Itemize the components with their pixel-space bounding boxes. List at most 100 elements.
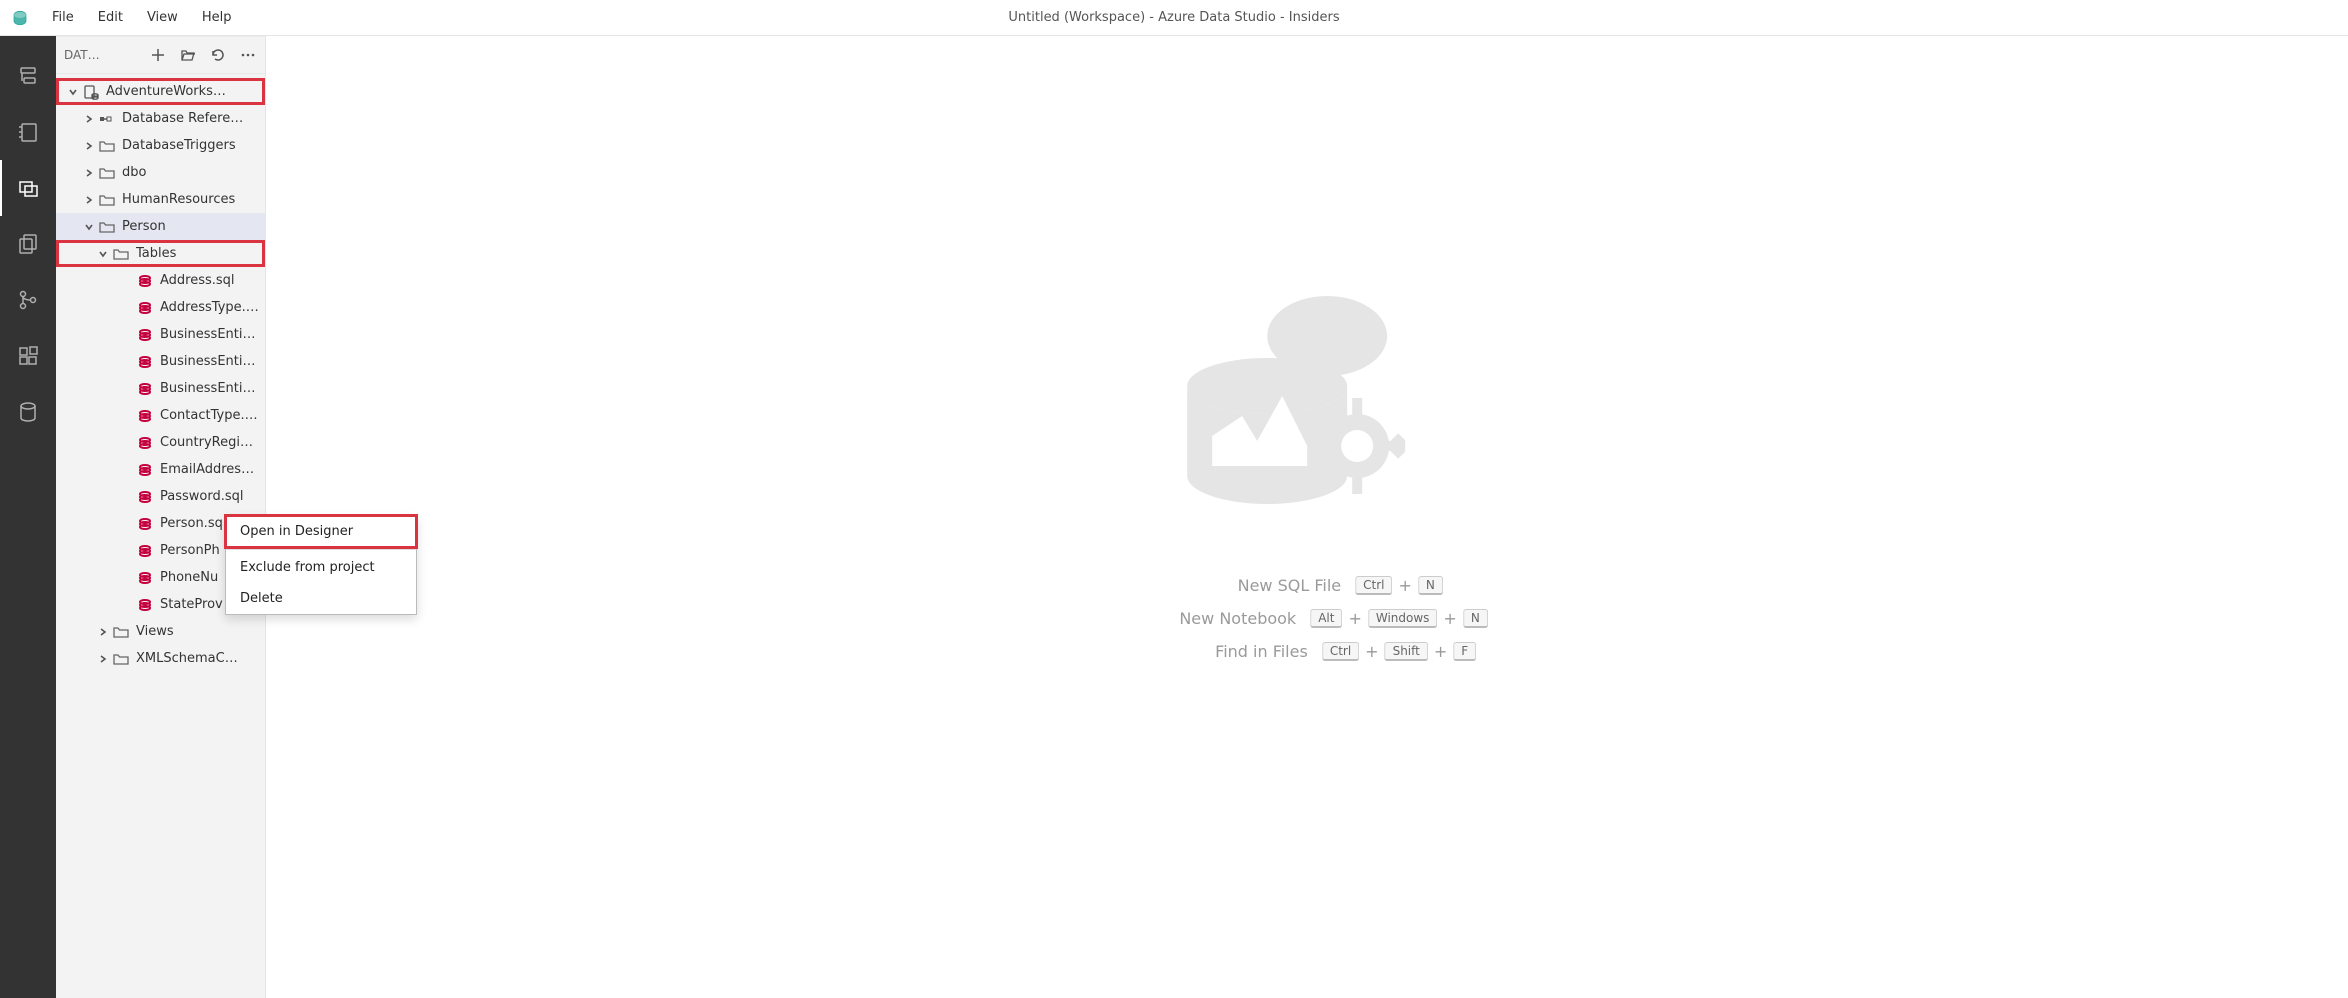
menu-help[interactable]: Help <box>190 4 244 31</box>
ctx-delete[interactable]: Delete <box>226 583 416 614</box>
folder-icon <box>98 165 116 181</box>
activity-extensions-icon[interactable] <box>0 328 56 384</box>
tree-dbo[interactable]: dbo <box>56 159 265 186</box>
folder-icon <box>112 246 130 262</box>
chevron-down-icon[interactable] <box>66 85 80 99</box>
tree-label: BusinessEntit… <box>160 354 259 369</box>
activity-source-control-icon[interactable] <box>0 272 56 328</box>
tree-label: StateProv <box>160 597 223 612</box>
editor-watermark: New SQL File Ctrl + N New Notebook Alt +… <box>1126 236 1488 661</box>
wm-find-in-files-hint: Find in Files Ctrl + Shift + F <box>1126 642 1488 661</box>
table-icon <box>136 570 154 586</box>
tree-label: Tables <box>136 246 176 261</box>
sidebar-header: DAT… <box>56 36 265 74</box>
tree-file-businessentity3[interactable]: BusinessEntit… <box>56 375 265 402</box>
tree-label: AdventureWorks… <box>106 84 226 99</box>
activity-database-icon[interactable] <box>0 384 56 440</box>
tree-label: Person.sql <box>160 516 226 531</box>
app-logo-icon <box>0 2 40 34</box>
sidebar-open-folder-icon[interactable] <box>179 46 197 64</box>
tree-database-triggers[interactable]: DatabaseTriggers <box>56 132 265 159</box>
activity-connections-icon[interactable] <box>0 48 56 104</box>
chevron-right-icon[interactable] <box>82 139 96 153</box>
sidebar-refresh-icon[interactable] <box>209 46 227 64</box>
table-icon <box>136 516 154 532</box>
table-icon <box>136 489 154 505</box>
menu-edit[interactable]: Edit <box>86 4 135 31</box>
sidebar-add-icon[interactable] <box>149 46 167 64</box>
activity-database-projects-icon[interactable] <box>0 160 56 216</box>
tree-file-addresstype[interactable]: AddressType.… <box>56 294 265 321</box>
menu-view[interactable]: View <box>135 4 190 31</box>
tree-project-root[interactable]: AdventureWorks… <box>56 78 265 105</box>
tree-label: Database Refere… <box>122 111 243 126</box>
tree-label: AddressType.… <box>160 300 259 315</box>
chevron-right-icon[interactable] <box>82 166 96 180</box>
tree-file-address[interactable]: Address.sql <box>56 267 265 294</box>
chevron-down-icon[interactable] <box>82 220 96 234</box>
folder-icon <box>98 219 116 235</box>
table-icon <box>136 408 154 424</box>
tree-file-password[interactable]: Password.sql <box>56 483 265 510</box>
table-icon <box>136 435 154 451</box>
table-icon <box>136 273 154 289</box>
tree-label: HumanResources <box>122 192 235 207</box>
reference-icon <box>98 111 116 127</box>
tree-label: Person <box>122 219 166 234</box>
tree-label: DatabaseTriggers <box>122 138 236 153</box>
tree-label: Address.sql <box>160 273 235 288</box>
chevron-right-icon[interactable] <box>82 193 96 207</box>
tree-file-emailaddress[interactable]: EmailAddres… <box>56 456 265 483</box>
table-icon <box>136 381 154 397</box>
tree-person[interactable]: Person <box>56 213 265 240</box>
folder-icon <box>98 192 116 208</box>
folder-icon <box>112 651 130 667</box>
tree-xmlschema[interactable]: XMLSchemaC… <box>56 645 265 672</box>
titlebar: File Edit View Help Untitled (Workspace)… <box>0 0 2348 36</box>
folder-icon <box>98 138 116 154</box>
tree-tables[interactable]: Tables <box>56 240 265 267</box>
tree-label: dbo <box>122 165 146 180</box>
app-watermark-logo-icon <box>1157 236 1457 536</box>
key-ctrl: Ctrl <box>1355 576 1392 595</box>
tree-label: Password.sql <box>160 489 244 504</box>
menubar: File Edit View Help <box>40 4 243 31</box>
activity-explorer-icon[interactable] <box>0 216 56 272</box>
chevron-right-icon[interactable] <box>96 625 110 639</box>
table-icon <box>136 300 154 316</box>
ctx-exclude-from-project[interactable]: Exclude from project <box>226 552 416 583</box>
key-shift: Shift <box>1385 642 1428 661</box>
sidebar-more-icon[interactable] <box>239 46 257 64</box>
tree-label: CountryRegi… <box>160 435 253 450</box>
sidebar-title: DAT… <box>64 48 110 62</box>
key-n: N <box>1463 609 1488 628</box>
activitybar <box>0 36 56 998</box>
menu-file[interactable]: File <box>40 4 86 31</box>
tree-label: XMLSchemaC… <box>136 651 238 666</box>
ctx-separator <box>226 549 416 550</box>
table-icon <box>136 354 154 370</box>
tree-views[interactable]: Views <box>56 618 265 645</box>
tree-file-contacttype[interactable]: ContactType.… <box>56 402 265 429</box>
wm-new-notebook-hint: New Notebook Alt + Windows + N <box>1126 609 1488 628</box>
tree-human-resources[interactable]: HumanResources <box>56 186 265 213</box>
chevron-right-icon[interactable] <box>82 112 96 126</box>
key-windows: Windows <box>1368 609 1438 628</box>
table-icon <box>136 462 154 478</box>
tree-label: EmailAddres… <box>160 462 254 477</box>
tree-file-countryregion[interactable]: CountryRegi… <box>56 429 265 456</box>
key-f: F <box>1453 642 1476 661</box>
project-icon <box>82 84 100 100</box>
tree-label: Views <box>136 624 174 639</box>
chevron-right-icon[interactable] <box>96 652 110 666</box>
key-ctrl: Ctrl <box>1322 642 1359 661</box>
tree-file-businessentity1[interactable]: BusinessEntit… <box>56 321 265 348</box>
tree-file-businessentity2[interactable]: BusinessEntit… <box>56 348 265 375</box>
ctx-open-in-designer[interactable]: Open in Designer <box>226 516 416 547</box>
activity-notebooks-icon[interactable] <box>0 104 56 160</box>
tree-label: PersonPh <box>160 543 220 558</box>
wm-new-sql-hint: New SQL File Ctrl + N <box>1126 576 1488 595</box>
tree-database-references[interactable]: Database Refere… <box>56 105 265 132</box>
table-icon <box>136 543 154 559</box>
chevron-down-icon[interactable] <box>96 247 110 261</box>
